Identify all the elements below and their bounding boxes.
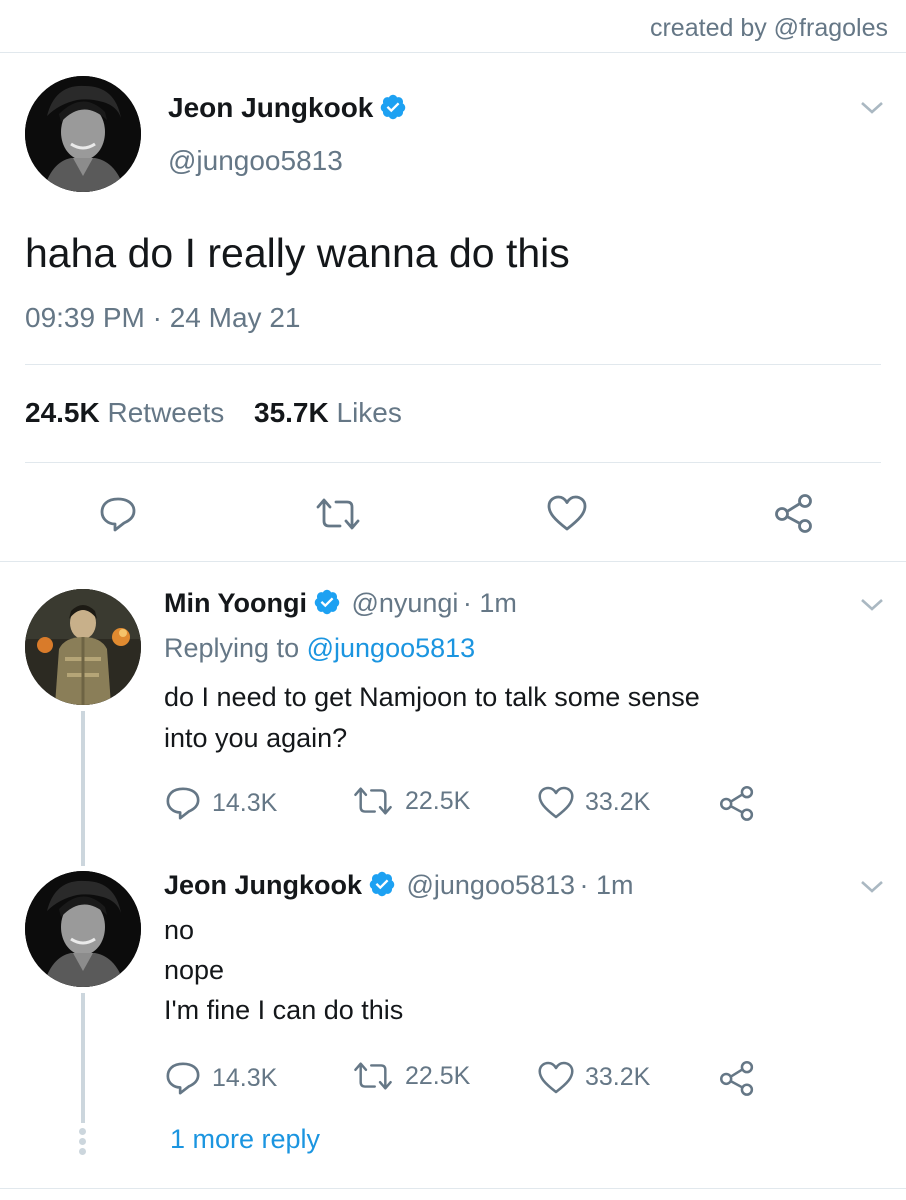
bottom-divider (0, 1188, 906, 1189)
retweets-count[interactable]: 24.5K (25, 397, 100, 428)
share-icon[interactable] (718, 785, 756, 821)
divider (25, 364, 881, 365)
divider (0, 561, 906, 562)
verified-badge-icon (314, 589, 340, 615)
reply-icon[interactable] (164, 1060, 202, 1096)
reply-author-name[interactable]: Min Yoongi (164, 588, 307, 618)
like-count: 33.2K (585, 1063, 651, 1091)
chevron-down-icon[interactable] (859, 878, 885, 896)
chevron-down-icon[interactable] (859, 99, 885, 117)
avatar-yoongi[interactable] (25, 589, 141, 705)
reply-action[interactable]: 14.3K (164, 1060, 277, 1096)
reply-body-line: nope (164, 955, 225, 985)
divider (25, 462, 881, 463)
retweet-icon[interactable] (351, 1060, 395, 1092)
likes-count[interactable]: 35.7K (254, 397, 329, 428)
verified-badge-icon (381, 94, 406, 120)
tweet-text: haha do I really wanna do this (25, 230, 570, 276)
thread-line (81, 993, 85, 1123)
likes-label[interactable]: Likes (337, 397, 402, 428)
retweet-count: 22.5K (405, 786, 471, 815)
like-heart-icon[interactable] (537, 1060, 575, 1095)
retweets-label[interactable]: Retweets (108, 397, 225, 428)
reply-action[interactable]: 14.3K (164, 785, 277, 821)
retweet-icon[interactable] (312, 494, 364, 534)
avatar-jungkook[interactable] (25, 76, 141, 192)
reply-body-line: no (164, 915, 195, 945)
reply-body-line: into you again? (164, 723, 348, 753)
author-handle[interactable]: @jungoo5813 (168, 145, 343, 177)
more-replies-link[interactable]: 1 more reply (170, 1124, 320, 1155)
retweet-icon[interactable] (351, 785, 395, 817)
replying-to-line: Replying to @jungoo5813 (164, 633, 475, 664)
thread-line (81, 711, 85, 866)
reply-icon[interactable] (96, 494, 140, 534)
share-action[interactable] (718, 1060, 766, 1096)
retweet-action[interactable]: 22.5K (351, 1060, 470, 1092)
like-action[interactable]: 33.2K (537, 785, 650, 820)
like-heart-icon[interactable] (537, 785, 575, 820)
like-action[interactable]: 33.2K (537, 1060, 650, 1095)
reply-count: 14.3K (212, 1063, 278, 1092)
share-icon[interactable] (772, 492, 816, 534)
reply-body-line: do I need to get Namjoon to talk some se… (164, 682, 700, 712)
reply-count: 14.3K (212, 788, 278, 817)
retweet-action[interactable]: 22.5K (351, 785, 470, 817)
share-action[interactable] (718, 785, 766, 821)
replying-to-prefix: Replying to (164, 633, 300, 663)
avatar-jungkook[interactable] (25, 871, 141, 987)
author-name[interactable]: Jeon Jungkook (168, 92, 373, 123)
reply-time[interactable]: · 1m (463, 588, 517, 618)
reply-time[interactable]: · 1m (580, 870, 634, 900)
tweet-timestamp[interactable]: 09:39 PM · 24 May 21 (25, 302, 300, 334)
reply-icon[interactable] (164, 785, 202, 821)
like-heart-icon[interactable] (545, 492, 589, 534)
replying-to-link[interactable]: @jungoo5813 (307, 633, 476, 663)
tweet-stats: 24.5K Retweets 35.7K Likes (25, 397, 424, 429)
verified-badge-icon (369, 871, 395, 897)
share-icon[interactable] (718, 1060, 756, 1096)
retweet-count: 22.5K (405, 1061, 471, 1090)
top-divider (0, 52, 906, 53)
chevron-down-icon[interactable] (859, 596, 885, 614)
reply-author-handle[interactable]: @nyungi (351, 588, 458, 618)
thread-dots (79, 1128, 87, 1155)
reply-author-handle[interactable]: @jungoo5813 (406, 870, 575, 900)
like-count: 33.2K (585, 788, 651, 816)
reply-body-line: I'm fine I can do this (164, 995, 404, 1025)
reply-author-name[interactable]: Jeon Jungkook (164, 870, 362, 900)
credit-text: created by @fragoles (649, 14, 888, 42)
